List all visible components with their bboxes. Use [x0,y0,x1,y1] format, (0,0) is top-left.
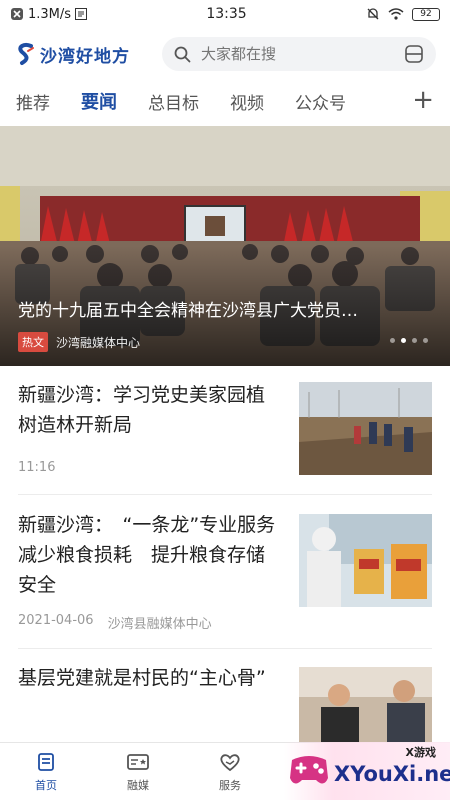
logo-s-icon [18,42,34,65]
search-icon [174,46,191,62]
news-source: 沙湾县融媒体中心 [107,617,212,632]
news-thumbnail [299,514,432,607]
tab-general-goal[interactable]: 总目标 [148,89,199,114]
status-bar: 1.3M/s 13:35 92 [0,0,450,28]
nav-service[interactable]: 服务 [184,743,276,801]
network-speed: 1.3M/s [28,6,72,22]
app-header: 沙湾好地方 [0,30,450,78]
nav-media-label: 融媒 [127,779,149,792]
scan-icon[interactable] [404,44,424,64]
hero-title: 党的十九届五中全会精神在沙湾县广大党员… [18,301,358,321]
search-input[interactable] [199,44,404,64]
divider [18,494,432,495]
news-thumbnail [299,382,432,475]
news-title: 基层党建就是村民的“主心骨” [18,667,266,689]
carousel-dot-active[interactable] [401,338,406,343]
carousel-indicator [390,338,428,343]
add-tab-button[interactable]: + [412,86,434,114]
news-thumbnail [299,667,432,742]
hero-carousel[interactable]: 党的十九届五中全会精神在沙湾县广大党员… 热文 沙湾融媒体中心 [0,126,450,366]
watermark-small-text: X游戏 [405,746,436,759]
carousel-dot[interactable] [390,338,395,343]
watermark: X游戏 XYouXi.net [284,742,450,800]
wifi-icon [388,8,404,20]
service-icon [220,754,240,772]
app-notification-icon [75,8,88,20]
category-tabs: 推荐 要闻 总目标 视频 公众号 + [0,80,450,122]
news-date: 2021-04-06 [18,613,94,628]
news-item[interactable]: 基层党建就是村民的“主心骨” [18,663,432,743]
hero-image [0,126,450,366]
hero-meta: 热文 沙湾融媒体中心 [18,332,140,352]
news-meta: 11:16 [18,460,55,475]
nav-media[interactable]: 融媒 [92,743,184,801]
hot-badge: 热文 [18,332,48,352]
divider [18,648,432,649]
news-item[interactable]: 新疆沙湾：学习党史美家园植树造林开新局 11:16 [18,380,432,480]
notification-x-icon [10,7,24,21]
nav-home-label: 首页 [35,779,57,792]
hero-source: 沙湾融媒体中心 [56,335,141,350]
nav-home[interactable]: 首页 [0,743,92,801]
carousel-dot[interactable] [423,338,428,343]
mute-bell-icon [366,7,380,21]
app-name: 沙湾好地方 [40,46,130,67]
carousel-dot[interactable] [412,338,417,343]
tab-recommend[interactable]: 推荐 [16,89,50,114]
news-meta: 2021-04-06 沙湾县融媒体中心 [18,613,212,632]
news-time: 11:16 [18,460,56,475]
home-icon [38,753,54,771]
nav-service-label: 服务 [219,779,241,792]
tab-video[interactable]: 视频 [230,89,264,114]
news-item[interactable]: 新疆沙湾： “一条龙”专业服务 减少粮食损耗 提升粮食存储安全 2021-04-… [18,510,432,635]
news-title: 新疆沙湾： “一条龙”专业服务 减少粮食损耗 提升粮食存储安全 [18,514,295,596]
battery-indicator: 92 [412,7,440,21]
tab-official-accounts[interactable]: 公众号 [295,89,346,114]
status-right: 92 [366,7,440,21]
tab-headlines[interactable]: 要闻 [81,88,117,114]
news-title: 新疆沙湾：学习党史美家园植树造林开新局 [18,384,266,436]
media-icon [127,754,149,770]
gamepad-logo-icon [290,756,328,784]
watermark-brand: XYouXi.net [334,762,450,786]
status-left: 1.3M/s [10,6,88,22]
search-bar[interactable] [162,37,436,71]
app-logo[interactable]: 沙湾好地方 [14,42,154,67]
clock: 13:35 [206,6,247,22]
